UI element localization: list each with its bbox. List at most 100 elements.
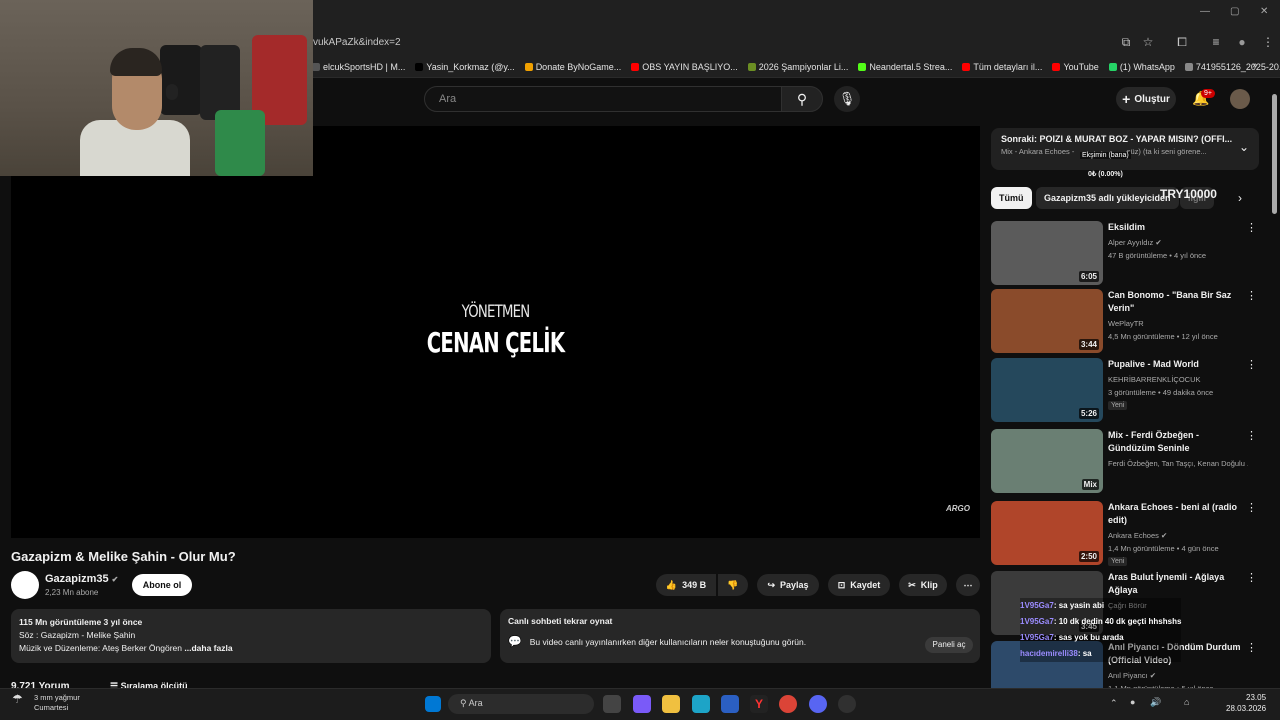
edge-icon[interactable] xyxy=(692,695,710,713)
video-thumbnail[interactable]: Mix xyxy=(991,429,1103,493)
weather-widget[interactable]: 3 mm yağmur Cumartesi ☂ xyxy=(12,693,80,713)
bookmark-item[interactable]: YouTube xyxy=(1052,62,1099,72)
video-item-title[interactable]: Eksildim xyxy=(1108,221,1244,234)
file-explorer-icon[interactable] xyxy=(662,695,680,713)
bookmark-label: Neandertal.5 Strea... xyxy=(869,61,953,72)
more-vertical-icon[interactable]: ⋮ xyxy=(1246,501,1257,514)
bookmark-item[interactable]: (1) WhatsApp xyxy=(1108,62,1175,72)
tray-volume-icon[interactable]: 🔊 xyxy=(1150,697,1161,708)
dislike-button[interactable]: 👎 xyxy=(718,574,748,596)
up-next-panel[interactable]: Sonraki: POIZI & MURAT BOZ - YAPAR MISIN… xyxy=(991,128,1259,170)
more-actions-button[interactable]: ⋯ xyxy=(956,574,980,596)
chat-username: hacıdemirelli38 xyxy=(1020,649,1078,658)
channel-name[interactable]: Gazapizm35 ✔ xyxy=(45,573,118,585)
video-item-channel[interactable]: KEHRİBARRENKLİÇOCUK xyxy=(1108,375,1201,384)
search-input[interactable]: Ara xyxy=(424,86,782,112)
obs-icon[interactable] xyxy=(838,695,856,713)
channel-avatar[interactable] xyxy=(11,571,39,599)
clock[interactable]: 23.05 28.03.2026 xyxy=(1226,692,1266,714)
bookmark-item[interactable]: elcukSportsHD | M... xyxy=(312,62,405,72)
chevron-down-icon[interactable]: ⌄ xyxy=(1239,140,1249,154)
related-video-item[interactable]: 3:44 Can Bonomo - "Bana Bir Saz Verin" WeP… xyxy=(991,289,1263,355)
discord-icon[interactable] xyxy=(809,695,827,713)
bookmark-item[interactable]: 2026 Şampiyonlar Li... xyxy=(747,62,848,72)
avatar[interactable] xyxy=(1230,89,1250,109)
profile-icon[interactable]: ● xyxy=(1234,34,1250,50)
tray-chevron-icon[interactable]: ⌃ xyxy=(1110,698,1118,709)
video-item-channel[interactable]: Alper Ayyıldız xyxy=(1108,238,1153,247)
video-item-title[interactable]: Aras Bulut İynemli - Ağlaya Ağlaya xyxy=(1108,571,1244,597)
video-item-channel[interactable]: WePlayTR xyxy=(1108,319,1144,328)
yandex-icon[interactable]: Y xyxy=(750,695,768,713)
url-text[interactable]: vukAPaZk&index=2 xyxy=(313,37,401,48)
copilot-icon[interactable] xyxy=(633,695,651,713)
save-button[interactable]: ⊡ Kaydet xyxy=(828,574,890,596)
more-vertical-icon[interactable]: ⋮ xyxy=(1246,221,1257,234)
video-item-title[interactable]: Pupalive - Mad World xyxy=(1108,358,1244,371)
tray-app-icon[interactable]: ● xyxy=(1130,697,1135,707)
chrome-icon[interactable] xyxy=(779,695,797,713)
network-icon[interactable]: ⌂ xyxy=(1184,697,1189,707)
related-video-item[interactable]: 2:50 Ankara Echoes - beni al (radio edit)… xyxy=(991,501,1263,567)
start-icon[interactable] xyxy=(425,696,441,712)
related-video-item[interactable]: 5:26 Pupalive - Mad World KEHRİBARRENKLİÇO… xyxy=(991,358,1263,424)
bookmark-item[interactable]: Tüm detayları il... xyxy=(962,62,1042,72)
bookmark-item[interactable]: 741955126_2025-20... xyxy=(1184,62,1280,72)
more-vertical-icon[interactable]: ⋮ xyxy=(1246,571,1257,584)
install-app-icon[interactable]: ⧉ xyxy=(1118,34,1134,50)
like-button[interactable]: 👍 349 B xyxy=(656,574,716,596)
more-vertical-icon[interactable]: ⋮ xyxy=(1246,358,1257,371)
subscribe-button[interactable]: Abone ol xyxy=(132,574,192,596)
more-bookmarks-icon[interactable]: » xyxy=(1252,60,1258,71)
task-view-icon[interactable] xyxy=(603,695,621,713)
share-label: Paylaş xyxy=(780,580,809,590)
video-item-channel[interactable]: Ankara Echoes xyxy=(1108,531,1159,540)
bookmark-item[interactable]: Neandertal.5 Strea... xyxy=(858,62,952,72)
video-item-title[interactable]: Mix - Ferdi Özbeğen - Gündüzüm Seninle xyxy=(1108,429,1244,455)
chat-overlay-message: 1V95Ga7: sa yasin abi xyxy=(1020,598,1181,614)
bookmark-star-icon[interactable]: ☆ xyxy=(1140,34,1156,50)
show-more-link[interactable]: ...daha fazla xyxy=(184,643,232,653)
description-box[interactable]: 115 Mn görüntüleme 3 yıl önce Söz : Gaza… xyxy=(11,609,491,663)
bookmark-item[interactable]: OBS YAYIN BAŞLIYO... xyxy=(631,62,738,72)
reading-list-icon[interactable]: ≡ xyxy=(1208,34,1224,50)
chat-message: : 10 dk dedin 40 dk geçti hhshshs xyxy=(1053,617,1182,626)
extensions-icon[interactable]: ⧠ xyxy=(1174,34,1190,50)
share-button[interactable]: ↪ Paylaş xyxy=(757,574,819,596)
scissors-icon: ✂ xyxy=(908,579,916,590)
minimize-icon[interactable]: — xyxy=(1200,6,1210,17)
video-item-title[interactable]: Ankara Echoes - beni al (radio edit) xyxy=(1108,501,1244,527)
scrollbar[interactable] xyxy=(1272,94,1277,214)
bookmark-item[interactable]: Donate ByNoGame... xyxy=(524,62,621,72)
maximize-icon[interactable]: ▢ xyxy=(1230,6,1239,17)
bookmark-item[interactable]: Yasin_Korkmaz (@y... xyxy=(415,62,515,72)
stream-goal-name: Ekşimin (bana) xyxy=(1080,152,1131,159)
related-video-item[interactable]: Mix Mix - Ferdi Özbeğen - Gündüzüm Seninl… xyxy=(991,429,1263,495)
video-thumbnail[interactable]: 2:50 xyxy=(991,501,1103,565)
clip-button[interactable]: ✂ Klip xyxy=(899,574,947,596)
more-vertical-icon[interactable]: ⋮ xyxy=(1246,429,1257,442)
store-icon[interactable] xyxy=(721,695,739,713)
voice-search-button[interactable]: 🎙 xyxy=(834,86,860,112)
save-icon: ⊡ xyxy=(837,579,846,590)
video-item-title[interactable]: Can Bonomo - "Bana Bir Saz Verin" xyxy=(1108,289,1244,315)
video-thumbnail[interactable]: 5:26 xyxy=(991,358,1103,422)
video-item-channel[interactable]: Ferdi Özbeğen, Tan Taşçı, Kenan Doğulu .… xyxy=(1108,459,1248,468)
more-vertical-icon[interactable]: ⋮ xyxy=(1246,289,1257,302)
close-icon[interactable]: ✕ xyxy=(1260,6,1268,17)
browser-menu-icon[interactable]: ⋮ xyxy=(1260,34,1276,50)
chat-replay-desc: Bu video canlı yayınlanırken diğer kulla… xyxy=(529,636,807,647)
video-thumbnail[interactable]: 6:05 xyxy=(991,221,1103,285)
chevron-right-icon[interactable]: › xyxy=(1238,191,1242,205)
chip-all[interactable]: Tümü xyxy=(991,187,1032,209)
taskbar-search[interactable]: ⚲ Ara xyxy=(448,694,594,714)
video-item-channel[interactable]: Anıl Piyancı xyxy=(1108,671,1148,680)
more-vertical-icon[interactable]: ⋮ xyxy=(1246,641,1257,654)
video-thumbnail[interactable]: 3:44 xyxy=(991,289,1103,353)
chip-uploader[interactable]: Gazapizm35 adlı yükleyiciden xyxy=(1036,187,1179,209)
related-video-item[interactable]: 6:05 Eksildim Alper Ayyıldız ✔ 47 B görüntü… xyxy=(991,221,1263,287)
create-button[interactable]: + Oluştur xyxy=(1116,87,1176,111)
search-button[interactable]: ⚲ xyxy=(781,86,823,112)
open-panel-button[interactable]: Paneli aç xyxy=(925,637,973,653)
video-item-meta: 3 görüntüleme • 49 dakika önce xyxy=(1108,388,1214,397)
